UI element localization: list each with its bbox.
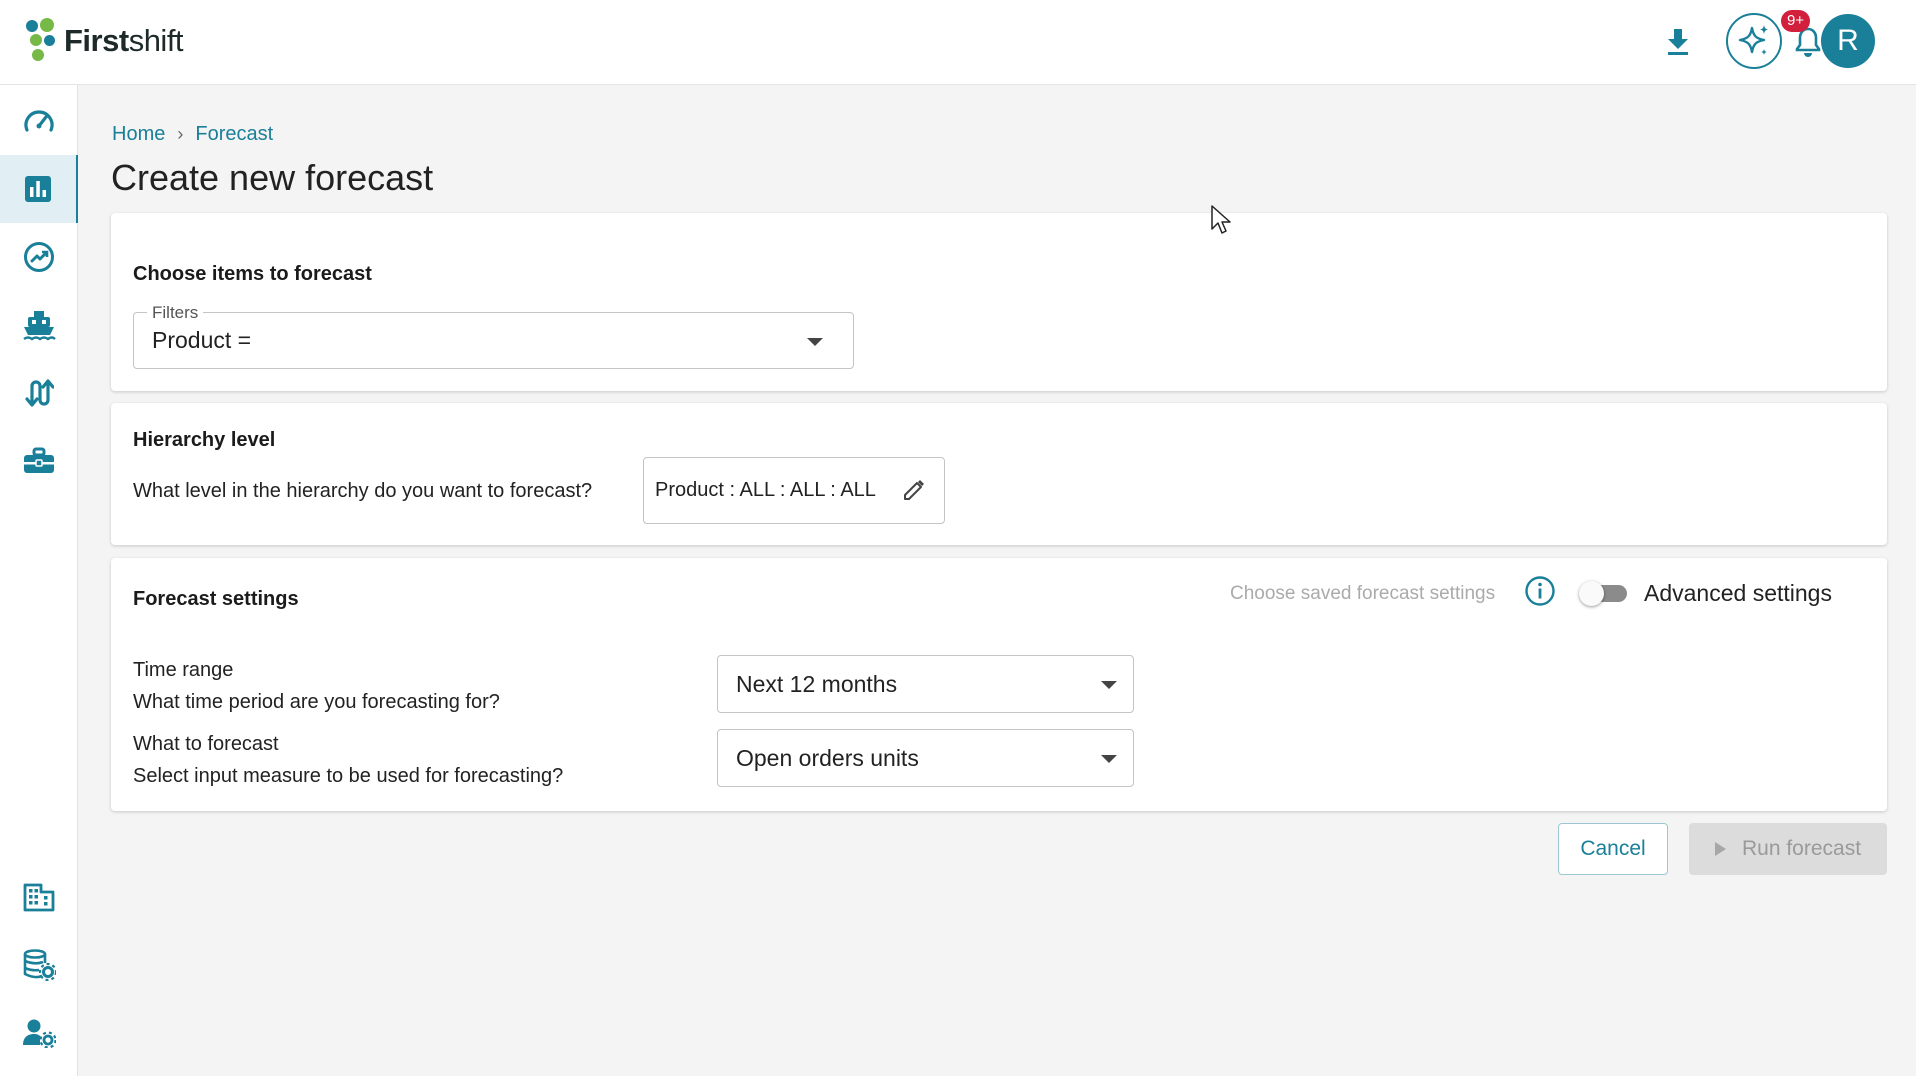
info-icon[interactable] — [1524, 575, 1556, 607]
breadcrumb: Home › Forecast — [112, 123, 273, 146]
mouse-cursor-icon — [1211, 205, 1231, 234]
sidebar-item-forecast[interactable] — [0, 155, 78, 223]
breadcrumb-home-link[interactable]: Home — [112, 123, 165, 146]
building-icon — [23, 883, 55, 912]
hierarchy-question: What level in the hierarchy do you want … — [133, 480, 593, 502]
forecast-settings-card: Forecast settings Choose saved forecast … — [111, 558, 1887, 811]
dashboard-gauge-icon — [24, 110, 54, 132]
hierarchy-card: Hierarchy level What level in the hierar… — [111, 403, 1887, 545]
sidebar-item-analytics[interactable] — [0, 223, 78, 291]
advanced-settings-toggle[interactable] — [1579, 581, 1629, 606]
hierarchy-level-selector[interactable]: Product : ALL : ALL : ALL — [643, 457, 945, 524]
chevron-down-icon — [807, 338, 823, 346]
sidebar-item-user-settings[interactable] — [0, 999, 78, 1067]
run-forecast-button[interactable]: Run forecast — [1689, 823, 1887, 875]
notification-badge: 9+ — [1781, 10, 1811, 32]
sidebar-item-data-settings[interactable] — [0, 931, 78, 999]
forecast-settings-title: Forecast settings — [133, 588, 299, 610]
download-button[interactable] — [1658, 22, 1698, 62]
user-avatar[interactable]: R — [1821, 14, 1875, 68]
top-bar: Firstshift 9+ R — [0, 0, 1916, 85]
breadcrumb-separator: › — [177, 124, 184, 144]
cancel-button[interactable]: Cancel — [1558, 823, 1668, 875]
advanced-settings-label: Advanced settings — [1644, 580, 1832, 606]
filters-label: Filters — [147, 303, 204, 323]
firstshift-logo[interactable]: Firstshift — [26, 18, 184, 64]
swap-arrows-icon — [25, 379, 54, 407]
bar-chart-icon — [25, 176, 51, 202]
sidebar-item-dashboard[interactable] — [0, 87, 78, 155]
play-icon — [1714, 842, 1726, 856]
download-icon — [1668, 29, 1688, 55]
sidebar — [0, 85, 78, 1076]
page-title: Create new forecast — [111, 157, 434, 198]
sidebar-item-portfolio[interactable] — [0, 427, 78, 495]
measure-select[interactable]: Open orders units — [717, 729, 1134, 787]
sidebar-item-organization[interactable] — [0, 863, 78, 931]
hierarchy-level-value: Product : ALL : ALL : ALL — [655, 479, 876, 501]
sidebar-item-shipping[interactable] — [0, 291, 78, 359]
measure-label: What to forecast Select input measure to… — [133, 728, 563, 792]
ai-assistant-button[interactable] — [1726, 13, 1782, 69]
filters-value: Product = — [152, 327, 252, 353]
pencil-icon — [904, 480, 924, 500]
hierarchy-title: Hierarchy level — [133, 429, 276, 451]
user-settings-icon — [23, 1019, 56, 1048]
filters-select[interactable]: Filters Product = — [133, 303, 854, 369]
time-range-question: What time period are you forecasting for… — [133, 691, 500, 713]
run-forecast-label: Run forecast — [1741, 837, 1862, 860]
choose-items-card: Choose items to forecast Filters Product… — [111, 213, 1887, 391]
choose-items-title: Choose items to forecast — [133, 263, 372, 285]
measure-question: Select input measure to be used for fore… — [133, 765, 564, 787]
briefcase-icon — [24, 447, 54, 473]
logo-text: Firstshift — [64, 23, 184, 58]
time-range-label: Time range What time period are you fore… — [133, 654, 500, 718]
database-settings-icon — [23, 949, 56, 981]
chevron-down-icon — [1101, 681, 1117, 689]
saved-settings-link[interactable]: Choose saved forecast settings — [1230, 583, 1495, 605]
ship-icon — [23, 311, 56, 341]
breadcrumb-forecast-link[interactable]: Forecast — [195, 123, 273, 146]
chevron-down-icon — [1101, 755, 1117, 763]
time-range-value: Next 12 months — [736, 671, 898, 697]
logo-mark-icon — [26, 18, 60, 64]
measure-value: Open orders units — [736, 745, 919, 771]
sidebar-item-transfers[interactable] — [0, 359, 78, 427]
time-range-select[interactable]: Next 12 months — [717, 655, 1134, 713]
ai-sparkle-icon — [1738, 25, 1768, 55]
trending-icon — [24, 242, 54, 272]
